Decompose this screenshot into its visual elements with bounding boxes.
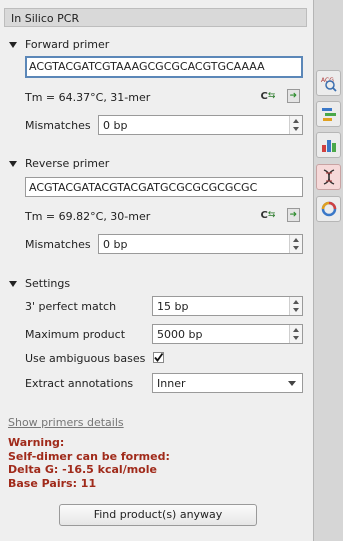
- dropdown-arrow-icon[interactable]: [288, 381, 296, 386]
- forward-tm-text: Tm = 64.37°C, 31-mer: [25, 91, 151, 104]
- forward-export-icon[interactable]: ➜: [284, 89, 302, 103]
- chevron-up-icon[interactable]: [293, 328, 299, 332]
- ambiguous-bases-checkbox[interactable]: [153, 352, 164, 363]
- forward-mismatches-spinner[interactable]: 0 bp: [98, 115, 303, 135]
- settings-collapse-icon[interactable]: [9, 281, 17, 287]
- chevron-down-icon[interactable]: [293, 246, 299, 250]
- forward-complement-icon[interactable]: C ⇆: [259, 89, 277, 103]
- panel-title: In Silico PCR: [4, 8, 307, 27]
- forward-mismatches-value: 0 bp: [103, 119, 128, 132]
- reverse-primer-input[interactable]: ACGTACGATACGTACGATGCGCGCGCGCGC: [25, 177, 303, 197]
- max-product-spinner[interactable]: 5000 bp: [152, 324, 303, 344]
- perfect-match-label: 3' perfect match: [25, 300, 117, 313]
- find-products-button[interactable]: Find product(s) anyway: [59, 504, 257, 526]
- reverse-mismatches-spinner[interactable]: 0 bp: [98, 234, 303, 254]
- warning-text: Warning: Self-dimer can be formed: Delta…: [8, 436, 170, 490]
- circular-view-icon: [321, 201, 336, 217]
- sequence-view-icon: ACG: [321, 77, 337, 92]
- perfect-match-spinner[interactable]: 15 bp: [152, 296, 303, 316]
- max-product-value: 5000 bp: [157, 328, 203, 341]
- checkmark-icon: [154, 352, 164, 362]
- show-primers-details-link[interactable]: Show primers details: [8, 416, 124, 429]
- chevron-up-icon[interactable]: [293, 119, 299, 123]
- chevron-up-icon[interactable]: [293, 300, 299, 304]
- in-silico-pcr-button[interactable]: [316, 164, 341, 190]
- right-tool-sidebar: ACG: [313, 0, 343, 541]
- reverse-primer-header: Reverse primer: [25, 157, 110, 170]
- spinner-arrows[interactable]: [289, 325, 302, 343]
- sequence-view-button[interactable]: ACG: [316, 70, 341, 96]
- annotations-button[interactable]: [316, 101, 341, 127]
- reverse-complement-icon[interactable]: C ⇆: [259, 208, 277, 222]
- warning-line-4: Base Pairs: 11: [8, 476, 97, 490]
- ambiguous-bases-label: Use ambiguous bases: [25, 352, 146, 365]
- statistics-icon: [321, 140, 336, 152]
- circular-view-button[interactable]: [316, 196, 341, 222]
- spinner-arrows[interactable]: [289, 116, 302, 134]
- reverse-export-icon[interactable]: ➜: [284, 208, 302, 222]
- reverse-mismatches-label: Mismatches: [25, 238, 91, 251]
- statistics-button[interactable]: [316, 132, 341, 158]
- svg-text:ACG: ACG: [321, 77, 334, 84]
- extract-annotations-label: Extract annotations: [25, 377, 134, 390]
- warning-line-2: Self-dimer can be formed:: [8, 449, 170, 463]
- chevron-down-icon[interactable]: [293, 127, 299, 131]
- chevron-up-icon[interactable]: [293, 238, 299, 242]
- reverse-collapse-icon[interactable]: [9, 161, 17, 167]
- pcr-icon: [323, 169, 334, 185]
- warning-line-1: Warning:: [8, 436, 65, 449]
- spinner-arrows[interactable]: [289, 297, 302, 315]
- settings-header: Settings: [25, 277, 71, 290]
- reverse-tm-text: Tm = 69.82°C, 30-mer: [25, 210, 151, 223]
- chevron-down-icon[interactable]: [293, 308, 299, 312]
- max-product-label: Maximum product: [25, 328, 126, 341]
- forward-primer-header: Forward primer: [25, 38, 110, 51]
- spinner-arrows[interactable]: [289, 235, 302, 253]
- panel-title-text: In Silico PCR: [11, 12, 80, 25]
- forward-primer-input[interactable]: ACGTACGATCGTAAAGCGCGCACGTGCAAAA: [25, 56, 303, 78]
- perfect-match-value: 15 bp: [157, 300, 189, 313]
- warning-line-3: Delta G: -16.5 kcal/mole: [8, 463, 157, 476]
- chevron-down-icon[interactable]: [293, 336, 299, 340]
- forward-collapse-icon[interactable]: [9, 42, 17, 48]
- extract-annotations-combo[interactable]: Inner: [152, 373, 303, 393]
- reverse-mismatches-value: 0 bp: [103, 238, 128, 251]
- extract-annotations-value: Inner: [157, 377, 186, 390]
- annotations-icon: [321, 108, 336, 121]
- forward-mismatches-label: Mismatches: [25, 119, 91, 132]
